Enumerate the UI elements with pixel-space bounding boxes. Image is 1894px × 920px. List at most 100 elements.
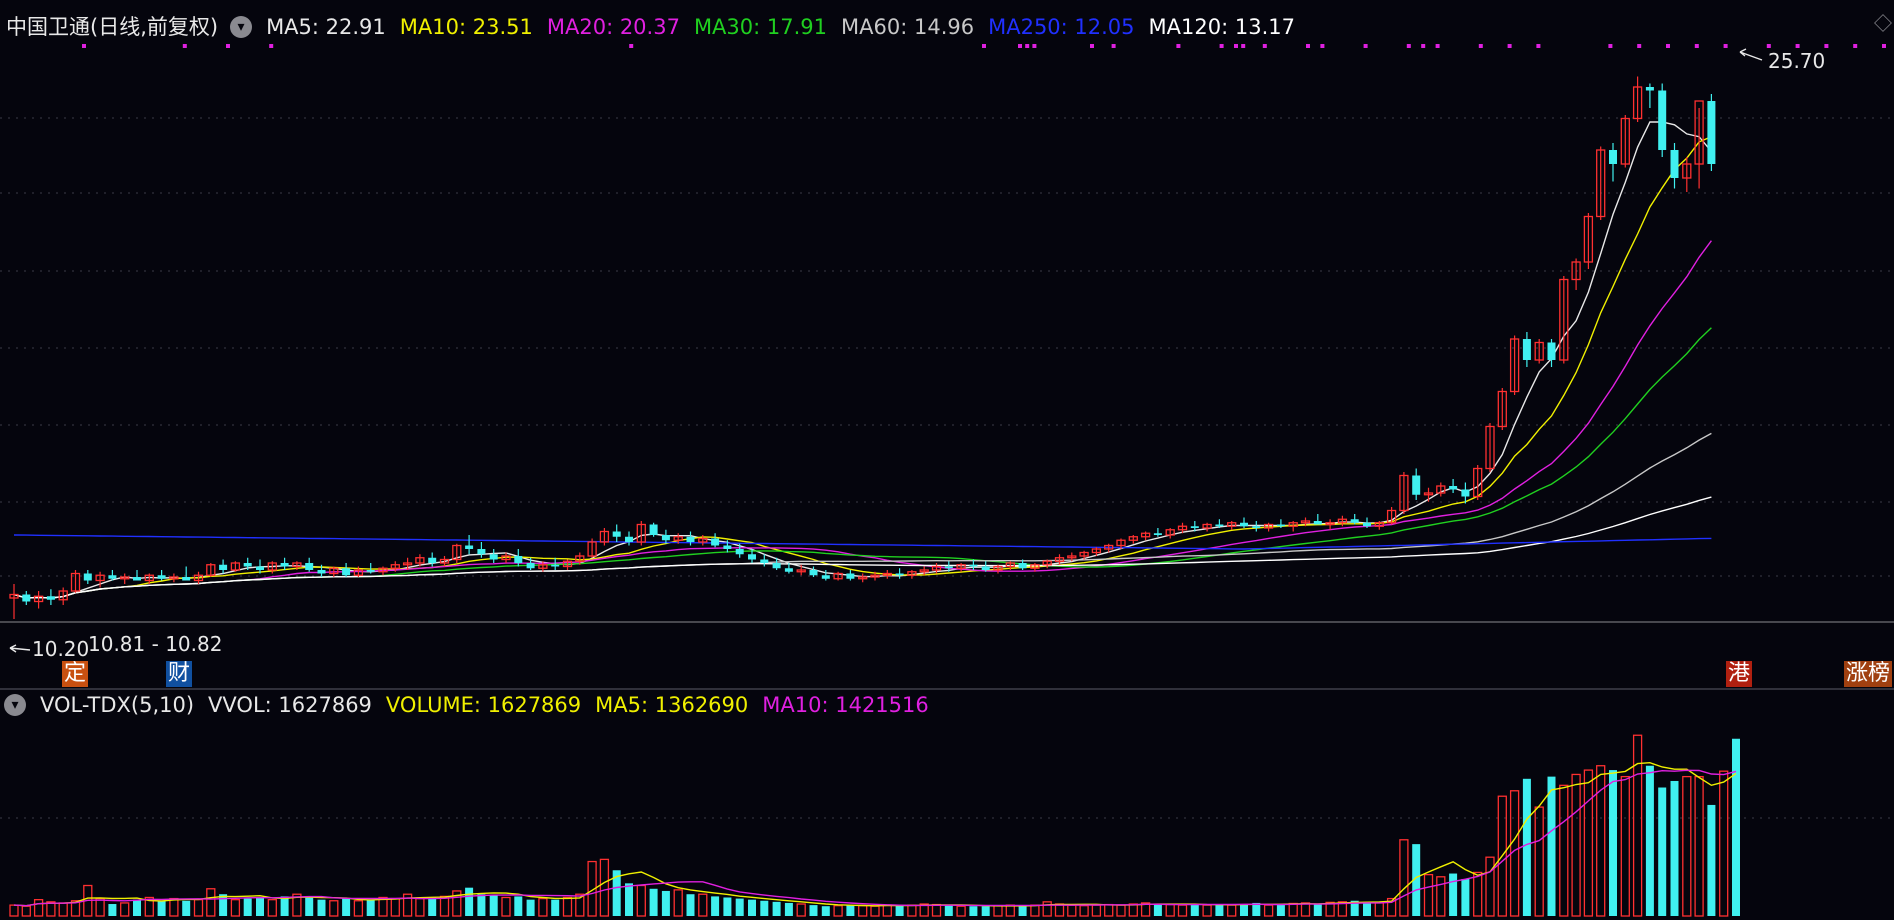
volume-bar — [957, 906, 965, 916]
stock-title[interactable]: 中国卫通(日线,前复权) — [6, 13, 218, 41]
volume-bar — [170, 899, 178, 916]
volume-ma10-line — [14, 770, 1736, 905]
candle-body — [1252, 526, 1260, 528]
volume-bar — [96, 899, 104, 916]
volume-bar — [687, 894, 695, 916]
volume-bar — [723, 897, 731, 916]
candle-body — [1019, 563, 1027, 568]
volume-bar — [22, 906, 30, 916]
volume-bar — [1461, 879, 1469, 916]
volume-bar — [1486, 857, 1494, 916]
volume-bar — [748, 900, 756, 916]
badge-zhangbang[interactable]: 涨榜 — [1844, 661, 1892, 687]
candle-body — [650, 525, 658, 536]
volume-bar — [1363, 902, 1371, 916]
event-marker — [269, 44, 273, 48]
event-marker — [1508, 44, 1512, 48]
volume-bar — [674, 890, 682, 916]
candle-body — [84, 574, 92, 581]
volume-bar — [699, 894, 707, 916]
volume-bar — [1732, 739, 1740, 916]
volume-bar — [871, 906, 879, 916]
candle-body — [1277, 525, 1285, 527]
chevron-down-icon[interactable]: ▾ — [4, 694, 26, 716]
ma5-label: MA5: 22.91 — [266, 13, 386, 41]
event-marker — [82, 44, 86, 48]
volume-bar — [182, 901, 190, 916]
candle-body — [1671, 150, 1679, 178]
event-marker — [1407, 44, 1411, 48]
candle-body — [1412, 476, 1420, 495]
candle-body — [760, 560, 768, 564]
event-marker — [1536, 44, 1540, 48]
candle-body — [47, 596, 55, 600]
candle-body — [723, 546, 731, 550]
volume-bar — [625, 883, 633, 916]
badge-ding[interactable]: 定 — [62, 661, 88, 687]
event-marker — [1176, 44, 1180, 48]
event-marker — [1637, 44, 1641, 48]
badge-gang[interactable]: 港 — [1726, 661, 1752, 687]
volume-bar — [367, 900, 375, 916]
candle-body — [367, 570, 375, 572]
candle-body — [748, 554, 756, 559]
ma20-label: MA20: 20.37 — [547, 13, 680, 41]
volume-bar — [59, 903, 67, 916]
volume-bar — [539, 899, 547, 916]
ma-line-ma250 — [14, 535, 1711, 549]
candle-body — [342, 568, 350, 575]
event-marker — [1090, 44, 1094, 48]
candle-body — [773, 563, 781, 568]
ma60-label: MA60: 14.96 — [841, 13, 974, 41]
event-marker — [1436, 44, 1440, 48]
candle-body — [1449, 486, 1457, 490]
volume-bar — [933, 905, 941, 916]
volume-bar — [1215, 905, 1223, 916]
candle-body — [1461, 490, 1469, 497]
volume-bar — [1179, 905, 1187, 916]
candle-body — [896, 574, 904, 576]
candle-body — [1707, 101, 1715, 164]
candle-body — [318, 570, 326, 574]
volume-bar — [108, 904, 116, 916]
volume-bar — [1043, 902, 1051, 916]
event-marker — [1018, 44, 1022, 48]
candle-body — [490, 554, 498, 559]
volume-bar — [281, 896, 289, 916]
candle-body — [1548, 343, 1556, 361]
volume-bar — [1535, 807, 1543, 916]
volume-bar — [207, 889, 215, 916]
volume-bar — [1203, 905, 1211, 916]
vol-indicator-title[interactable]: VOL-TDX(5,10) — [40, 691, 194, 719]
volume-bar — [1425, 875, 1433, 916]
volume-bar — [896, 906, 904, 916]
volume-label: VOLUME: 1627869 — [386, 691, 581, 719]
volume-bar — [1375, 903, 1383, 916]
event-marker — [1320, 44, 1324, 48]
candle-body — [108, 575, 116, 579]
volume-bar — [1080, 906, 1088, 916]
event-marker — [1479, 44, 1483, 48]
volume-bar — [908, 905, 916, 916]
volume-bar — [711, 896, 719, 916]
volume-bar — [1019, 906, 1027, 916]
badge-cai[interactable]: 财 — [166, 661, 192, 687]
volume-bar — [1437, 877, 1445, 916]
volume-bar — [1474, 872, 1482, 916]
high-arrow — [1740, 49, 1762, 60]
volume-bar — [1154, 904, 1162, 916]
volume-bar — [1707, 805, 1715, 916]
candle-body — [969, 565, 977, 567]
volume-bar — [441, 896, 449, 916]
candle-body — [465, 546, 473, 550]
range-label: 10.81 - 10.82 — [88, 632, 222, 656]
event-markers — [82, 44, 1894, 48]
high-price-label: 25.70 — [1768, 49, 1825, 73]
main-header: 中国卫通(日线,前复权) ▾ MA5: 22.91 MA10: 23.51 MA… — [0, 13, 1309, 41]
candle-body — [711, 539, 719, 546]
volume-bar — [1277, 904, 1285, 916]
volume-bar — [1621, 777, 1629, 916]
chevron-down-icon[interactable]: ▾ — [230, 16, 252, 38]
ma30-label: MA30: 17.91 — [694, 13, 827, 41]
chart-canvas[interactable]: 25.70 10.20 10.81 - 10.82 — [0, 0, 1894, 920]
